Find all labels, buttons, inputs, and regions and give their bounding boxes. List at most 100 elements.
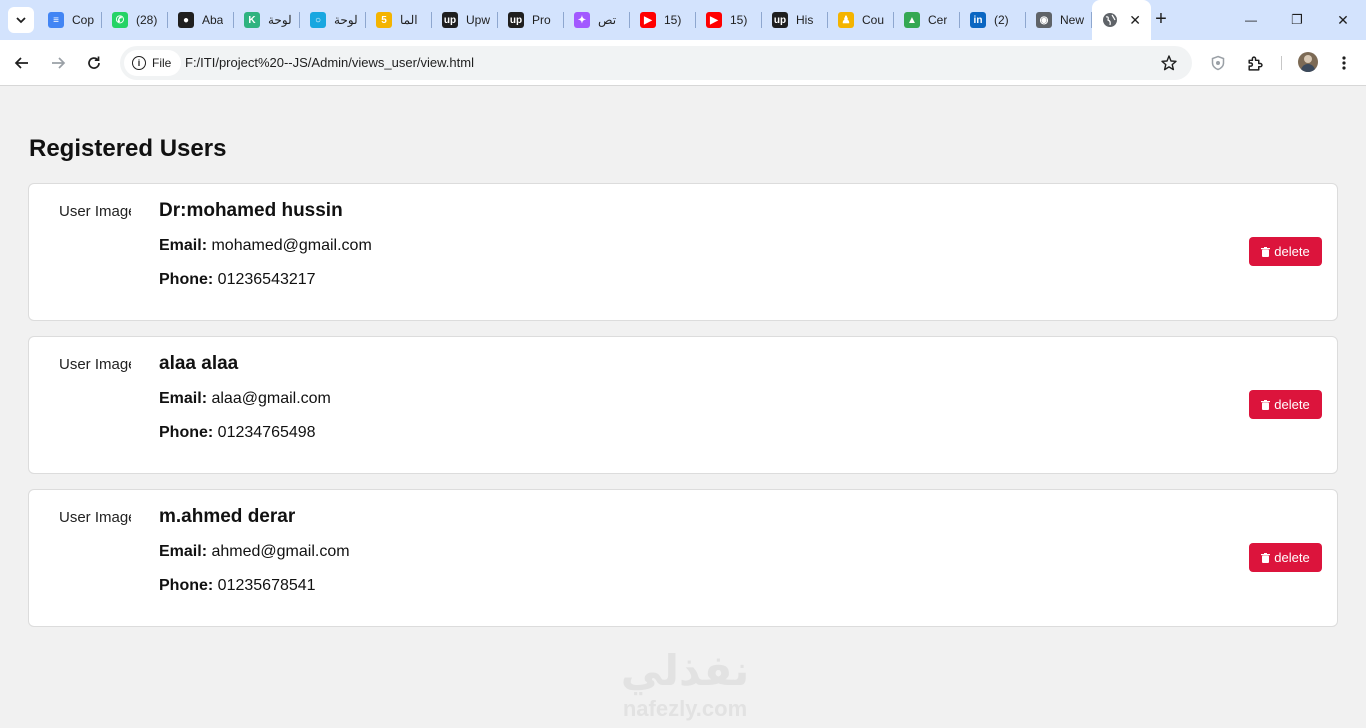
globe-icon bbox=[1103, 13, 1117, 27]
tab-title: 15) bbox=[664, 13, 682, 27]
user-image: User Image bbox=[59, 356, 131, 373]
tab-title: لوحة bbox=[334, 13, 358, 27]
browser-tab[interactable]: ● Aba bbox=[168, 0, 234, 40]
browser-tab[interactable]: K لوحة bbox=[234, 0, 300, 40]
user-image: User Image bbox=[59, 203, 131, 220]
user-email-line: Email: ahmed@gmail.com bbox=[159, 543, 350, 561]
browser-tab[interactable]: ✦ تص bbox=[564, 0, 630, 40]
watermark-arabic: نفذلي bbox=[620, 646, 750, 695]
browser-tab[interactable]: ♟ Cou bbox=[828, 0, 894, 40]
tab-title: Pro bbox=[532, 13, 551, 27]
delete-user-button[interactable]: delete bbox=[1249, 543, 1322, 572]
chrome-icon: ◉ bbox=[1036, 12, 1052, 28]
linkedin-icon: in bbox=[970, 12, 986, 28]
tab-title: Aba bbox=[202, 13, 224, 27]
user-phone-line: Phone: 01235678541 bbox=[159, 577, 316, 595]
tab-strip: ≡ Cop ✆ (28) ● Aba K لوحة ○ لوحة 5 الما up Upw up Pro ✦ ت… bbox=[0, 0, 1366, 40]
tab-title: تص bbox=[598, 13, 617, 27]
reload-icon bbox=[88, 56, 100, 69]
phone-label: Phone: bbox=[159, 424, 214, 441]
k-logo-icon: K bbox=[244, 12, 260, 28]
bookmark-star-icon[interactable] bbox=[1160, 54, 1178, 72]
tab-search-button[interactable] bbox=[8, 7, 34, 33]
browser-tab[interactable]: ≡ Cop bbox=[38, 0, 102, 40]
tab-title: Cop bbox=[72, 13, 95, 27]
user-phone-line: Phone: 01236543217 bbox=[159, 271, 316, 289]
new-tab-button[interactable]: + bbox=[1151, 9, 1171, 30]
browser-tab[interactable]: ▶ 15) bbox=[696, 0, 762, 40]
trash-icon bbox=[1261, 399, 1271, 410]
tab-list: ≡ Cop ✆ (28) ● Aba K لوحة ○ لوحة 5 الما up Upw up Pro ✦ ت… bbox=[38, 0, 1151, 40]
upwork-icon: up bbox=[442, 12, 458, 28]
tab-title: (28) bbox=[136, 13, 158, 27]
tab-title: Cer bbox=[928, 13, 948, 27]
arrow-right-icon bbox=[52, 57, 66, 69]
browser-tab[interactable]: up Upw bbox=[432, 0, 498, 40]
user-image: User Image bbox=[59, 509, 131, 526]
minimize-button[interactable]: — bbox=[1228, 0, 1274, 40]
user-card: User Image alaa alaa Email: alaa@gmail.com… bbox=[28, 336, 1338, 474]
tab-title: Upw bbox=[466, 13, 491, 27]
browser-tab[interactable]: 5 الما bbox=[366, 0, 432, 40]
user-name: Dr:mohamed hussin bbox=[159, 200, 343, 221]
trash-icon bbox=[1261, 552, 1271, 563]
browser-tab[interactable]: ▲ Cer bbox=[894, 0, 960, 40]
delete-label: delete bbox=[1274, 550, 1310, 565]
user-card: User Image m.ahmed derar Email: ahmed@gmai… bbox=[28, 489, 1338, 627]
toolbar-separator bbox=[1281, 56, 1282, 70]
ring-icon: ○ bbox=[310, 12, 326, 28]
reload-button[interactable] bbox=[80, 49, 108, 77]
tab-close-icon[interactable]: ✕ bbox=[1129, 12, 1141, 28]
delete-user-button[interactable]: delete bbox=[1249, 390, 1322, 419]
watermark-latin: nafezly.com bbox=[622, 696, 748, 721]
browser-toolbar: i File F:/ITI/project%20--JS/Admin/views… bbox=[0, 40, 1366, 86]
github-icon: ● bbox=[178, 12, 194, 28]
tab-title: 15) bbox=[730, 13, 748, 27]
page-content: Registered Users User Image Dr:mohamed hu… bbox=[0, 87, 1366, 728]
back-button[interactable] bbox=[8, 49, 36, 77]
tab-title: Cou bbox=[862, 13, 885, 27]
watermark: نفذلي nafezly.com bbox=[600, 645, 770, 721]
arrow-left-icon bbox=[14, 57, 28, 69]
upwork-icon: up bbox=[508, 12, 524, 28]
forward-button[interactable] bbox=[44, 49, 72, 77]
upwork-icon: up bbox=[772, 12, 788, 28]
tab-title: لوحة bbox=[268, 13, 292, 27]
site-info-label: File bbox=[152, 56, 172, 70]
shield-extension-icon[interactable] bbox=[1208, 53, 1228, 73]
trash-icon bbox=[1261, 246, 1271, 257]
browser-tab[interactable]: up His bbox=[762, 0, 828, 40]
browser-tab[interactable]: in (2) bbox=[960, 0, 1026, 40]
delete-user-button[interactable]: delete bbox=[1249, 237, 1322, 266]
page-title: Registered Users bbox=[29, 135, 227, 162]
browser-tab[interactable]: up Pro bbox=[498, 0, 564, 40]
person-icon: ♟ bbox=[838, 12, 854, 28]
restore-button[interactable]: ❐ bbox=[1274, 0, 1320, 40]
user-email: alaa@gmail.com bbox=[211, 390, 331, 407]
browser-tab[interactable]: ✆ (28) bbox=[102, 0, 168, 40]
user-name: m.ahmed derar bbox=[159, 506, 296, 527]
browser-tab[interactable]: ▶ 15) bbox=[630, 0, 696, 40]
profile-avatar[interactable] bbox=[1298, 52, 1318, 72]
address-bar[interactable]: i File F:/ITI/project%20--JS/Admin/views… bbox=[120, 46, 1192, 80]
phone-label: Phone: bbox=[159, 577, 214, 594]
user-email: mohamed@gmail.com bbox=[211, 237, 372, 254]
url-text[interactable]: F:/ITI/project%20--JS/Admin/views_user/v… bbox=[185, 55, 474, 70]
info-icon: i bbox=[132, 56, 146, 70]
extensions-puzzle-icon[interactable] bbox=[1244, 53, 1264, 73]
user-phone: 01236543217 bbox=[217, 271, 316, 288]
window-close-button[interactable]: ✕ bbox=[1320, 0, 1366, 40]
more-menu-icon[interactable] bbox=[1334, 53, 1354, 73]
user-name: alaa alaa bbox=[159, 353, 239, 374]
user-email: ahmed@gmail.com bbox=[211, 543, 350, 560]
delete-label: delete bbox=[1274, 244, 1310, 259]
close-icon: ✕ bbox=[1337, 11, 1349, 28]
browser-tab[interactable]: ○ لوحة bbox=[300, 0, 366, 40]
user-phone: 01234765498 bbox=[217, 424, 316, 441]
user-email-line: Email: alaa@gmail.com bbox=[159, 390, 331, 408]
email-label: Email: bbox=[159, 390, 208, 407]
browser-tab[interactable]: ◉ New bbox=[1026, 0, 1092, 40]
active-tab[interactable]: ✕ bbox=[1092, 0, 1151, 40]
google-drive-icon: ▲ bbox=[904, 12, 920, 28]
site-info-chip[interactable]: i File bbox=[124, 50, 182, 76]
